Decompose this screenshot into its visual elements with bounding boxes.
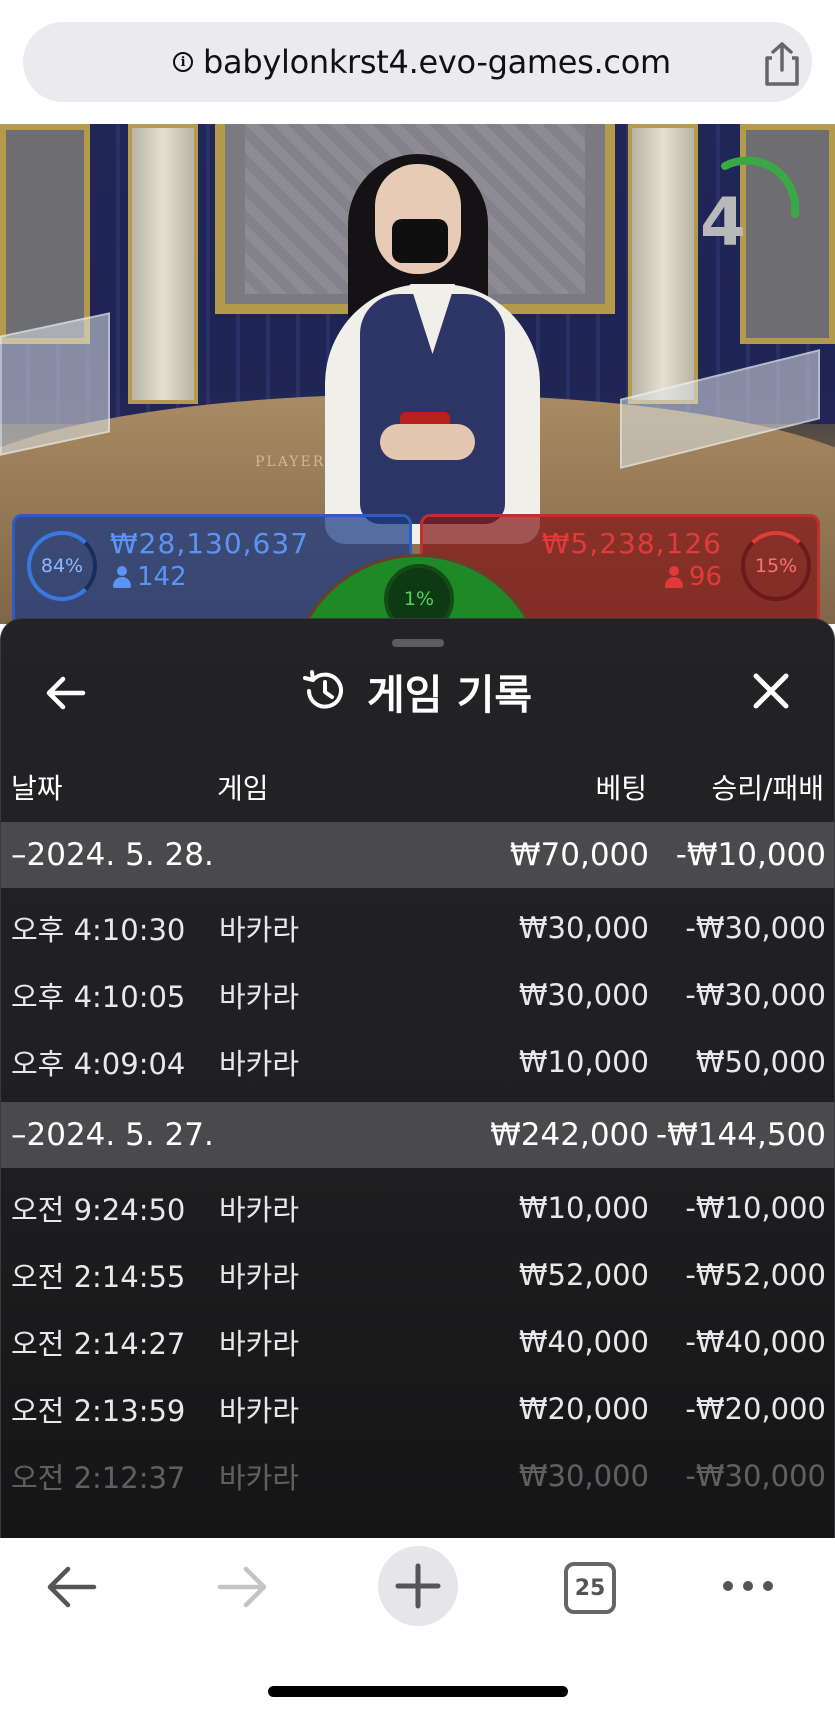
person-icon <box>113 566 131 588</box>
table-row[interactable]: 오전 2:12:37 바카라 ₩30,000 -₩30,000 <box>1 1443 834 1509</box>
row-game: 바카라 <box>219 1461 300 1495</box>
url-text: babylonkrst4.evo-games.com <box>203 43 671 81</box>
group-bet: ₩242,000 <box>490 1117 649 1153</box>
wall-panel-left <box>0 124 90 344</box>
row-bet: ₩30,000 <box>518 1459 649 1493</box>
table-row[interactable]: 오후 4:10:05 바카라 ₩30,000 -₩30,000 <box>1 962 834 1028</box>
date-group-row[interactable]: –2024. 5. 28. ₩70,000 -₩10,000 <box>1 822 834 888</box>
row-bet: ₩40,000 <box>518 1325 649 1359</box>
row-game: 바카라 <box>219 913 300 947</box>
more-icon[interactable] <box>720 1578 776 1594</box>
column-header-date[interactable]: 날짜 <box>11 767 63 807</box>
row-winloss: -₩30,000 <box>685 1459 826 1493</box>
row-game: 바카라 <box>219 1394 300 1428</box>
card-shoe-left <box>0 312 110 456</box>
info-icon[interactable]: i <box>173 52 193 72</box>
row-bet: ₩52,000 <box>518 1258 649 1292</box>
row-game: 바카라 <box>219 1260 300 1294</box>
url-text-wrap: i babylonkrst4.evo-games.com <box>173 22 671 102</box>
row-winloss: -₩40,000 <box>685 1325 826 1359</box>
group-date: –2024. 5. 28. <box>11 837 214 873</box>
tab-count: 25 <box>574 1575 606 1601</box>
group-winloss: -₩10,000 <box>675 837 826 873</box>
row-time: 오전 2:14:55 <box>11 1260 186 1294</box>
player-percent: 84% <box>27 531 97 601</box>
row-time: 오전 2:13:59 <box>11 1394 186 1428</box>
person-icon <box>664 566 683 588</box>
sheet-grabber[interactable] <box>392 639 444 647</box>
banker-amount: ₩5,238,126 <box>541 527 722 560</box>
row-winloss: -₩20,000 <box>685 1392 826 1426</box>
row-time: 오전 2:12:37 <box>11 1461 186 1495</box>
home-indicator[interactable] <box>268 1686 568 1697</box>
table-row[interactable]: 오전 2:13:59 바카라 ₩20,000 -₩20,000 <box>1 1376 834 1442</box>
column-header-winloss[interactable]: 승리/패배 <box>712 767 824 807</box>
row-winloss: -₩30,000 <box>685 911 826 945</box>
browser-bottom-toolbar: 25 <box>0 1538 835 1710</box>
row-time: 오전 9:24:50 <box>11 1193 186 1227</box>
group-bet: ₩70,000 <box>509 837 649 873</box>
table-row[interactable]: 오전 9:24:50 바카라 ₩10,000 -₩10,000 <box>1 1175 834 1241</box>
arrow-left-icon[interactable] <box>43 671 87 715</box>
sheet-header: 게임 기록 <box>301 661 532 721</box>
row-game: 바카라 <box>219 1327 300 1361</box>
row-winloss: -₩10,000 <box>685 1191 826 1225</box>
game-history-sheet: 게임 기록 날짜 게임 베팅 승리/패배 –2024. 5. 28. ₩70,0… <box>0 618 835 1538</box>
row-bet: ₩30,000 <box>518 911 649 945</box>
row-winloss: ₩50,000 <box>695 1045 826 1079</box>
arrow-right-icon[interactable] <box>216 1564 270 1610</box>
history-icon <box>303 670 343 709</box>
row-game: 바카라 <box>219 1193 300 1227</box>
new-tab-button[interactable] <box>378 1546 458 1626</box>
row-time: 오후 4:10:05 <box>11 980 186 1014</box>
row-bet: ₩20,000 <box>518 1392 649 1426</box>
dealer-hands <box>380 424 475 460</box>
row-bet: ₩10,000 <box>518 1045 649 1079</box>
pillar-right <box>628 124 698 404</box>
banker-count-wrap: 96 <box>664 562 722 592</box>
row-time: 오전 2:14:27 <box>11 1327 186 1361</box>
plus-icon <box>395 1563 441 1609</box>
banker-count: 96 <box>688 562 722 592</box>
column-header-bet[interactable]: 베팅 <box>595 767 647 807</box>
tabs-icon[interactable]: 25 <box>564 1562 616 1614</box>
banker-percent: 15% <box>741 531 811 601</box>
close-icon[interactable] <box>751 671 791 711</box>
row-game: 바카라 <box>219 1047 300 1081</box>
table-row[interactable]: 오전 2:14:55 바카라 ₩52,000 -₩52,000 <box>1 1242 834 1308</box>
dealer-mask <box>392 219 448 263</box>
row-game: 바카라 <box>219 980 300 1014</box>
browser-top-bar: i babylonkrst4.evo-games.com <box>0 0 835 124</box>
table-row[interactable]: 오후 4:10:30 바카라 ₩30,000 -₩30,000 <box>1 895 834 961</box>
player-count: 142 <box>137 562 187 592</box>
pillar-left <box>128 124 198 404</box>
row-winloss: -₩30,000 <box>685 978 826 1012</box>
table-row[interactable]: 오후 4:09:04 바카라 ₩10,000 ₩50,000 <box>1 1029 834 1095</box>
sheet-title: 게임 기록 <box>367 671 533 719</box>
group-date: –2024. 5. 27. <box>11 1117 214 1153</box>
url-bar[interactable]: i babylonkrst4.evo-games.com <box>23 22 812 102</box>
row-bet: ₩30,000 <box>518 978 649 1012</box>
arrow-left-icon[interactable] <box>44 1564 98 1610</box>
row-winloss: -₩52,000 <box>685 1258 826 1292</box>
share-icon[interactable] <box>758 40 806 88</box>
group-winloss: -₩144,500 <box>655 1117 826 1153</box>
row-time: 오후 4:09:04 <box>11 1047 186 1081</box>
live-video[interactable]: PLAYER BANKER 4 84% ₩28,130,637 142 15% … <box>0 124 835 624</box>
countdown-number: 4 <box>700 184 746 261</box>
date-group-row[interactable]: –2024. 5. 27. ₩242,000 -₩144,500 <box>1 1102 834 1168</box>
table-row[interactable]: 오전 2:14:27 바카라 ₩40,000 -₩40,000 <box>1 1309 834 1375</box>
row-bet: ₩10,000 <box>518 1191 649 1225</box>
player-count-wrap: 142 <box>113 562 187 592</box>
column-header-game[interactable]: 게임 <box>217 767 269 807</box>
player-amount: ₩28,130,637 <box>110 527 310 560</box>
row-time: 오후 4:10:30 <box>11 913 186 947</box>
